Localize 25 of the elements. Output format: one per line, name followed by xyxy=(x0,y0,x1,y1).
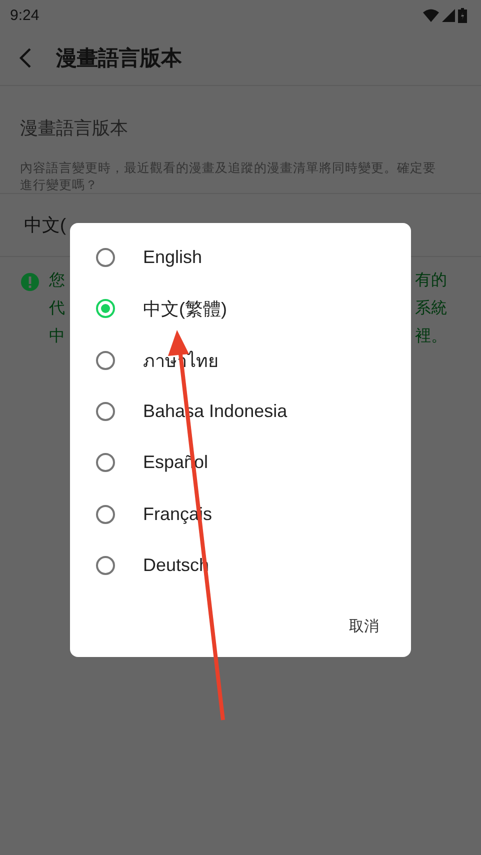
status-time: 9:24 xyxy=(10,6,40,24)
cancel-button[interactable]: 取消 xyxy=(347,613,381,640)
signal-icon xyxy=(442,8,455,22)
notice-text: 您 xyxy=(49,271,66,291)
radio-button[interactable] xyxy=(96,504,115,524)
notice-text: 中 xyxy=(49,327,66,347)
page-title: 漫畫語言版本 xyxy=(56,46,182,72)
radio-button[interactable] xyxy=(96,350,115,370)
radio-button[interactable] xyxy=(96,402,115,422)
notice-text: 代 xyxy=(49,299,66,319)
current-language-value: 中文( xyxy=(24,214,66,237)
alert-icon xyxy=(21,273,39,291)
language-option[interactable]: English xyxy=(143,247,202,268)
notice-text: 有的 xyxy=(414,271,447,291)
notice-text: 系統 xyxy=(414,299,447,319)
radio-button[interactable] xyxy=(96,248,115,268)
notice-text: 裡。 xyxy=(414,327,447,347)
battery-icon xyxy=(458,8,467,22)
back-icon[interactable] xyxy=(18,46,32,68)
radio-button[interactable] xyxy=(96,453,115,472)
section-title: 漫畫語言版本 xyxy=(20,117,129,140)
wifi-icon xyxy=(423,8,439,22)
language-option[interactable]: 中文(繁體) xyxy=(143,296,227,321)
radio-button[interactable] xyxy=(96,299,115,318)
radio-button[interactable] xyxy=(96,556,115,575)
